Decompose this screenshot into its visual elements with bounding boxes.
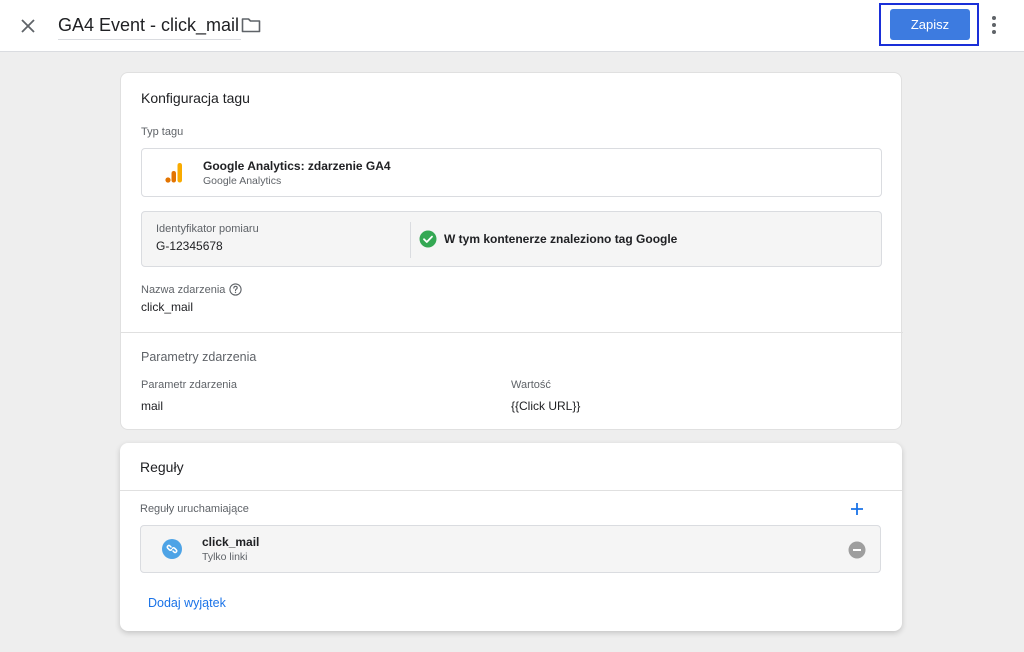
trigger-item[interactable]: click_mail Tylko linki: [140, 525, 881, 573]
add-exception-link[interactable]: Dodaj wyjątek: [148, 596, 226, 610]
top-bar: GA4 Event - click_mail Zapisz: [0, 0, 1024, 52]
help-icon[interactable]: [229, 283, 242, 296]
param-value-cell[interactable]: {{Click URL}}: [511, 399, 580, 413]
folder-button[interactable]: [240, 14, 262, 36]
trigger-name: click_mail: [202, 535, 260, 549]
triggers-card-title: Reguły: [140, 459, 184, 475]
close-icon: [21, 19, 35, 33]
param-name-header: Parametr zdarzenia: [141, 379, 237, 391]
measurement-divider: [410, 222, 411, 258]
measurement-id-value[interactable]: G-12345678: [156, 239, 223, 253]
tag-type-label: Typ tagu: [141, 126, 184, 138]
param-value-header: Wartość: [511, 379, 551, 391]
triggers-divider: [120, 490, 902, 491]
event-name-value[interactable]: click_mail: [141, 300, 193, 314]
more-options-button[interactable]: [984, 12, 1004, 38]
tag-type-subtitle: Google Analytics: [203, 175, 282, 187]
event-name-label: Nazwa zdarzenia: [141, 284, 226, 296]
param-name-cell[interactable]: mail: [141, 399, 163, 413]
tag-name-field[interactable]: GA4 Event - click_mail: [58, 12, 242, 40]
tag-type-name: Google Analytics: zdarzenie GA4: [203, 159, 391, 173]
google-analytics-icon: [165, 163, 182, 183]
triggers-card: Reguły Reguły uruchamiające click_mail T…: [120, 443, 902, 631]
folder-icon: [241, 18, 261, 33]
add-icon[interactable]: [849, 501, 865, 517]
check-circle-icon: [419, 230, 437, 248]
event-params-title: Parametry zdarzenia: [141, 350, 257, 364]
google-tag-found-message: W tym kontenerze znaleziono tag Google: [444, 232, 678, 246]
close-button[interactable]: [14, 12, 42, 40]
measurement-id-label: Identyfikator pomiaru: [156, 223, 259, 235]
config-card-title: Konfiguracja tagu: [141, 90, 250, 106]
remove-circle-icon[interactable]: [848, 541, 866, 559]
save-button[interactable]: Zapisz: [890, 9, 970, 40]
tag-configuration-card[interactable]: Konfiguracja tagu Typ tagu Google Analyt…: [120, 72, 903, 430]
section-divider: [121, 332, 903, 333]
trigger-type: Tylko linki: [202, 551, 248, 563]
more-vert-icon: [992, 16, 996, 34]
measurement-id-box: Identyfikator pomiaru G-12345678 W tym k…: [141, 211, 882, 267]
tag-type-selector[interactable]: Google Analytics: zdarzenie GA4 Google A…: [141, 148, 882, 197]
link-icon: [162, 539, 182, 559]
firing-triggers-label: Reguły uruchamiające: [140, 503, 249, 515]
